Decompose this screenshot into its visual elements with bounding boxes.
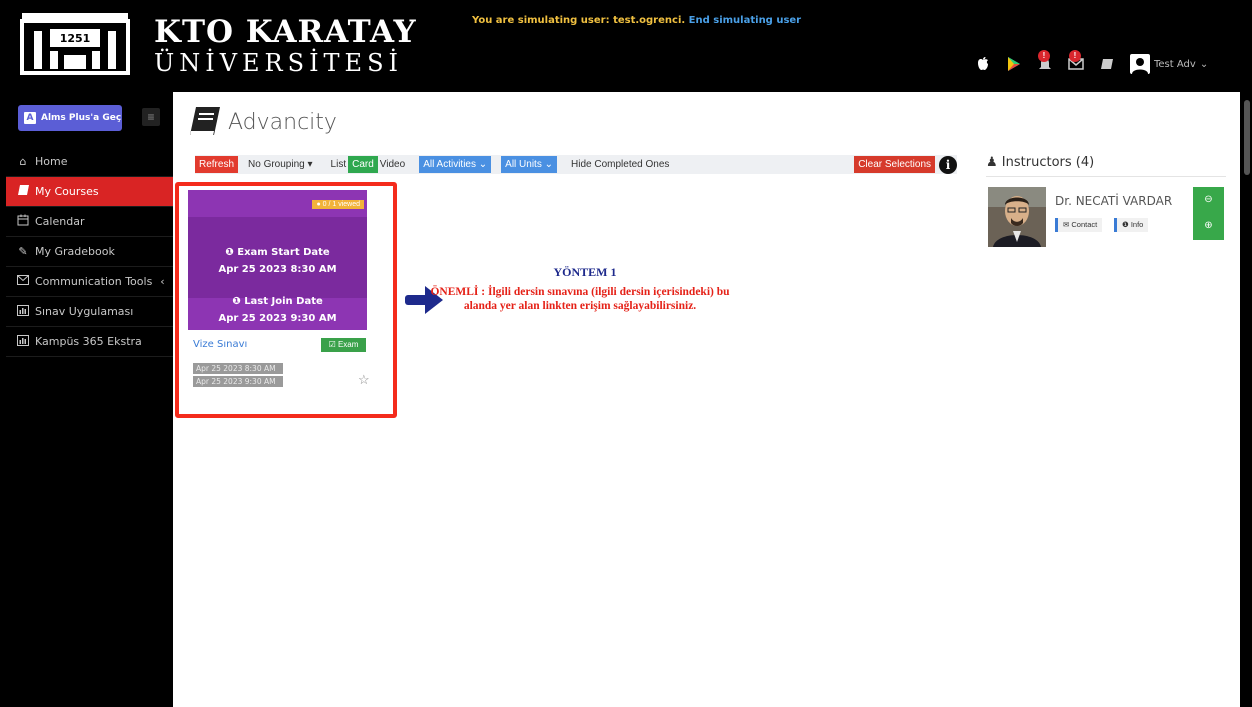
view-list-button[interactable]: List [327, 156, 349, 173]
sidebar-item-label: Home [35, 155, 68, 168]
view-card-button[interactable]: Card [348, 156, 378, 173]
viewed-badge: ● 0 / 1 viewed [312, 200, 364, 209]
course-book-icon [190, 107, 220, 136]
chevron-down-icon: ⌄ [478, 159, 488, 170]
envelope-icon [16, 275, 30, 288]
info-circle-icon: ❶ [225, 247, 238, 258]
apple-icon[interactable] [972, 54, 994, 74]
sidebar: A Alms Plus'a Geç ≡ ⌂ Home My Courses Ca… [6, 92, 173, 707]
user-icon: ♟ [986, 155, 1002, 170]
sidebar-item-my-gradebook[interactable]: ✎ My Gradebook [6, 237, 173, 267]
scrollbar-track[interactable] [1240, 0, 1252, 707]
chevron-down-icon: ⌄ [1199, 58, 1209, 70]
sidebar-item-home[interactable]: ⌂ Home [6, 147, 173, 177]
alms-plus-button[interactable]: A Alms Plus'a Geç [18, 105, 122, 131]
page-title: Advancity [188, 105, 337, 139]
menu-toggle-icon[interactable]: ≡ [142, 108, 160, 126]
sidebar-nav: ⌂ Home My Courses Calendar ✎ My Gradeboo… [6, 147, 173, 357]
sidebar-item-label: Kampüs 365 Ekstra [35, 335, 142, 348]
sidebar-item-communication-tools[interactable]: Communication Tools ‹ [6, 267, 173, 297]
pencil-icon: ✎ [18, 245, 28, 258]
messages-badge: ! [1069, 50, 1081, 62]
favorite-star-icon[interactable]: ☆ [358, 372, 370, 388]
activity-link[interactable]: Vize Sınavı [193, 339, 247, 350]
sidebar-item-calendar[interactable]: Calendar [6, 207, 173, 237]
scrollbar-thumb[interactable] [1244, 100, 1250, 175]
hide-completed-toggle[interactable]: Hide Completed Ones [567, 156, 673, 173]
end-date-tag: Apr 25 2023 9:30 AM [193, 376, 283, 387]
sign-in-icon[interactable]: ⊖ [1193, 187, 1224, 213]
info-button[interactable]: ❶ Info [1114, 218, 1149, 232]
check-square-icon: ☑ [328, 340, 338, 349]
top-header: 1251 KTO KARATAY ÜNİVERSİTESİ You are si… [6, 0, 1240, 92]
clear-selections-button[interactable]: Clear Selections [854, 156, 935, 173]
sign-out-icon[interactable]: ⊕ [1193, 213, 1224, 239]
user-avatar-icon [1130, 54, 1150, 74]
university-logo[interactable]: 1251 [20, 11, 130, 75]
simulation-notice: You are simulating user: test.ogrenci. E… [472, 15, 801, 26]
chevron-down-icon: ⌄ [544, 159, 554, 170]
chart-icon [16, 304, 30, 319]
sidebar-item-sinav-uygulamasi[interactable]: Sınav Uygulaması [6, 297, 173, 327]
all-units-label: All Units [505, 159, 542, 170]
instructor-photo [988, 187, 1046, 247]
sidebar-item-label: Sınav Uygulaması [35, 305, 134, 318]
notification-badge: ! [1038, 50, 1050, 62]
courses-book-icon[interactable] [1096, 54, 1118, 74]
refresh-button[interactable]: Refresh [195, 156, 239, 173]
start-date-tag: Apr 25 2023 8:30 AM [193, 363, 283, 374]
user-name: Test Adv [1154, 58, 1196, 70]
exam-card[interactable]: ● 0 / 1 viewed ❶ Exam Start Date Apr 25 … [188, 190, 367, 330]
brand-subtitle: ÜNİVERSİTESİ [154, 49, 403, 77]
sidebar-item-kampus-365[interactable]: Kampüs 365 Ekstra [6, 327, 173, 357]
annotation-title: YÖNTEM 1 [553, 265, 617, 279]
alms-icon: A [24, 112, 36, 124]
annotation-body: ÖNEMLİ : İlgili dersin sınavına (ilgili … [430, 286, 730, 312]
exam-start-value: Apr 25 2023 8:30 AM [218, 264, 337, 275]
instructor-name: Dr. NECATİ VARDAR [1055, 194, 1173, 208]
simulation-text: You are simulating user: test.ogrenci. [472, 15, 686, 26]
info-circle-icon: ❶ [232, 296, 245, 307]
book-icon [16, 184, 30, 199]
header-icons: ! ! Test Adv ⌄ [972, 50, 1208, 76]
last-join-label: ❶ Last Join Date [232, 296, 323, 307]
calendar-icon [16, 214, 30, 229]
activity-type-badge: ☑ Exam [321, 338, 366, 352]
svg-text:1251: 1251 [60, 32, 91, 45]
end-simulating-link[interactable]: End simulating user [689, 15, 801, 26]
alms-plus-label: Alms Plus'a Geç [41, 113, 122, 123]
divider [986, 176, 1226, 177]
user-menu[interactable]: Test Adv ⌄ [1130, 54, 1208, 74]
home-icon: ⌂ [19, 155, 27, 168]
notifications-icon[interactable]: ! [1034, 50, 1056, 74]
all-activities-label: All Activities [423, 159, 476, 170]
instructors-heading: ♟ Instructors (4) [986, 155, 1095, 170]
sidebar-item-label: My Gradebook [35, 245, 115, 258]
sidebar-item-label: Communication Tools [35, 275, 153, 288]
grouping-select[interactable]: No Grouping ▾ [244, 156, 317, 173]
chevron-left-icon: ‹ [160, 275, 165, 288]
info-circle-icon: ❶ [1122, 220, 1131, 229]
sidebar-item-label: My Courses [35, 185, 99, 198]
course-title: Advancity [228, 109, 337, 135]
sidebar-item-label: Calendar [35, 215, 85, 228]
all-activities-dropdown[interactable]: All Activities ⌄ [419, 156, 492, 173]
view-video-button[interactable]: Video [378, 156, 409, 173]
last-join-value: Apr 25 2023 9:30 AM [218, 313, 337, 324]
brand-name: KTO KARATAY [154, 14, 417, 50]
activity-toolbar: Refresh No Grouping ▾ List Card Video Al… [195, 155, 957, 174]
all-units-dropdown[interactable]: All Units ⌄ [501, 156, 558, 173]
messages-icon[interactable]: ! [1065, 50, 1087, 74]
exam-start-label: ❶ Exam Start Date [225, 247, 330, 258]
page: 1251 KTO KARATAY ÜNİVERSİTESİ You are si… [0, 0, 1252, 707]
chart-icon [16, 334, 30, 349]
contact-button[interactable]: ✉ Contact [1055, 218, 1103, 232]
grouping-value: No Grouping [248, 159, 305, 170]
caret-down-icon: ▾ [307, 159, 313, 170]
info-icon[interactable]: i [939, 155, 957, 174]
google-play-icon[interactable] [1003, 54, 1025, 74]
sidebar-item-my-courses[interactable]: My Courses [6, 177, 173, 207]
instructor-actions: ⊖ ⊕ [1193, 187, 1224, 240]
